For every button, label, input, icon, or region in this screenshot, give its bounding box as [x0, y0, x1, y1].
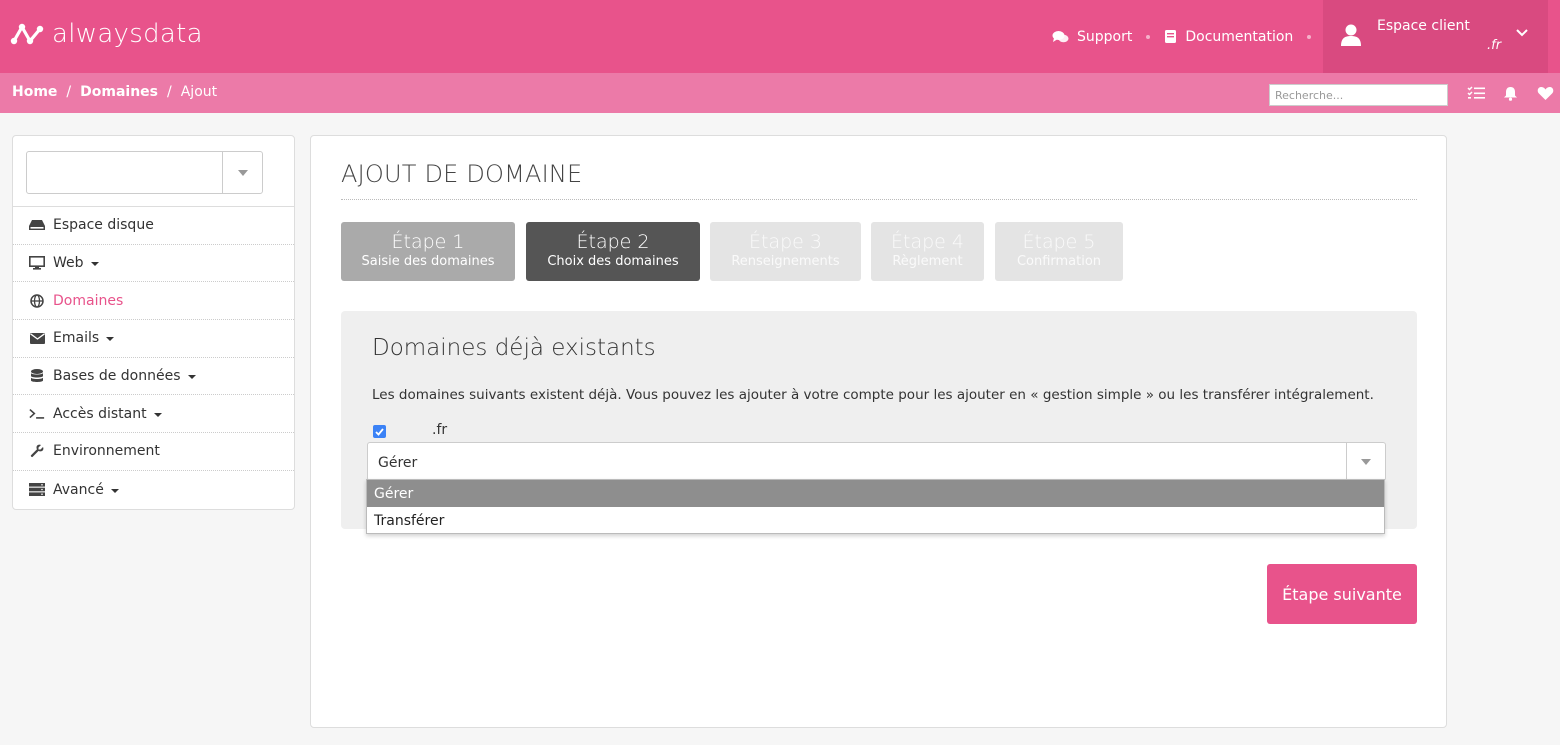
sidebar-item-label: Accès distant [53, 405, 147, 422]
main-panel: AJOUT DE DOMAINE Étape 1 Saisie des doma… [310, 135, 1447, 728]
next-step-button[interactable]: Étape suivante [1267, 564, 1417, 624]
step-2[interactable]: Étape 2 Choix des domaines [526, 222, 700, 281]
existing-domains-title: Domaines déjà existants [372, 335, 656, 361]
nav-separator [1146, 34, 1151, 39]
account-domain: .fr [1487, 38, 1502, 53]
sidebar-item-avance[interactable]: Avancé [13, 471, 294, 509]
step-subtitle: Saisie des domaines [361, 254, 495, 269]
step-5: Étape 5 Confirmation [995, 222, 1123, 281]
breadcrumb-current: Ajout [180, 84, 218, 100]
sidebar-item-label: Bases de données [53, 368, 181, 385]
sidebar-item-domaines[interactable]: Domaines [13, 282, 294, 321]
caret-down-icon [1361, 458, 1371, 465]
top-nav: Support Documentation [1052, 0, 1325, 73]
documentation-label: Documentation [1185, 28, 1294, 45]
step-4: Étape 4 Règlement [871, 222, 984, 281]
sidebar-menu: Espace disque Web Domaines Emails Bases … [13, 206, 294, 509]
breadcrumb-home[interactable]: Home [12, 84, 57, 100]
account-label: Espace client [1377, 18, 1470, 34]
chat-icon [1052, 30, 1069, 42]
step-title: Étape 4 [891, 231, 964, 253]
step-subtitle: Règlement [892, 254, 963, 269]
step-title: Étape 1 [391, 231, 465, 253]
sidebar-item-web[interactable]: Web [13, 245, 294, 283]
breadcrumb-separator: / [167, 84, 172, 100]
select-value: Gérer [378, 455, 418, 471]
sidebar-item-label: Domaines [53, 292, 124, 309]
user-icon [1341, 24, 1361, 46]
sidebar-item-label: Emails [53, 330, 100, 347]
terminal-icon [29, 406, 45, 422]
domain-action-select[interactable]: Gérer [367, 442, 1386, 481]
sidebar: Espace disque Web Domaines Emails Bases … [12, 135, 295, 510]
caret-down-icon [110, 488, 119, 493]
sidebar-item-bases-de-donnees[interactable]: Bases de données [13, 358, 294, 396]
step-3: Étape 3 Renseignements [710, 222, 861, 281]
chevron-down-icon [1516, 29, 1528, 37]
account-selector[interactable] [26, 151, 263, 194]
caret-down-icon [90, 262, 99, 267]
alwaysdata-logo-icon [10, 23, 44, 45]
title-divider [341, 199, 1417, 200]
step-1[interactable]: Étape 1 Saisie des domaines [341, 222, 515, 281]
caret-down-icon [187, 375, 196, 380]
step-title: Étape 2 [576, 231, 650, 253]
nav-separator [1307, 34, 1312, 39]
sidebar-item-acces-distant[interactable]: Accès distant [13, 395, 294, 434]
breadcrumb-bar: Home / Domaines / Ajout [0, 73, 1560, 113]
select-caret[interactable] [1346, 443, 1385, 480]
breadcrumb-domains[interactable]: Domaines [80, 84, 158, 100]
book-icon [1165, 30, 1177, 43]
caret-down-icon [153, 412, 162, 417]
breadcrumb: Home / Domaines / Ajout [12, 84, 217, 100]
caret-down-icon [237, 169, 248, 176]
step-subtitle: Choix des domaines [547, 254, 679, 269]
sidebar-item-environnement[interactable]: Environnement [13, 433, 294, 471]
bell-icon[interactable] [1503, 86, 1518, 101]
brand-name: alwaysdata [52, 19, 203, 49]
server-icon [29, 482, 45, 498]
brand-logo[interactable]: alwaysdata [10, 16, 203, 52]
sidebar-item-label: Web [53, 255, 84, 272]
support-link[interactable]: Support [1052, 29, 1132, 45]
monitor-icon [29, 255, 45, 271]
checkmark-icon [375, 427, 384, 436]
domain-checkbox[interactable] [373, 425, 386, 438]
support-label: Support [1077, 28, 1133, 45]
globe-icon [29, 293, 45, 309]
domain-label: .fr [432, 422, 448, 438]
option-gerer[interactable]: Gérer [367, 480, 1384, 507]
database-icon [29, 368, 45, 384]
envelope-icon [29, 330, 45, 346]
sidebar-item-label: Espace disque [53, 217, 154, 234]
step-subtitle: Confirmation [1016, 254, 1102, 269]
existing-domains-description: Les domaines suivants existent déjà. Vou… [372, 387, 1374, 403]
account-menu[interactable]: Espace client .fr [1323, 0, 1548, 73]
hdd-icon [29, 217, 45, 233]
task-list-icon[interactable] [1467, 86, 1485, 100]
documentation-link[interactable]: Documentation [1164, 29, 1293, 45]
heart-icon[interactable] [1537, 86, 1554, 101]
breadcrumb-separator: / [66, 84, 72, 100]
sidebar-item-label: Avancé [53, 481, 104, 498]
wrench-icon [29, 443, 45, 459]
caret-down-icon [106, 337, 115, 342]
selector-caret[interactable] [222, 152, 262, 193]
top-header: alwaysdata Support Documentation Espace … [0, 0, 1560, 73]
search-input[interactable] [1269, 84, 1448, 106]
step-title: Étape 5 [1022, 231, 1096, 253]
sidebar-item-espace-disque[interactable]: Espace disque [13, 207, 294, 245]
domain-action-dropdown: Gérer Transférer [366, 479, 1385, 534]
sidebar-item-emails[interactable]: Emails [13, 320, 294, 358]
step-title: Étape 3 [749, 231, 822, 253]
option-transferer[interactable]: Transférer [367, 507, 1384, 534]
page-title: AJOUT DE DOMAINE [341, 160, 583, 188]
step-subtitle: Renseignements [731, 254, 840, 269]
sidebar-item-label: Environnement [53, 443, 160, 460]
